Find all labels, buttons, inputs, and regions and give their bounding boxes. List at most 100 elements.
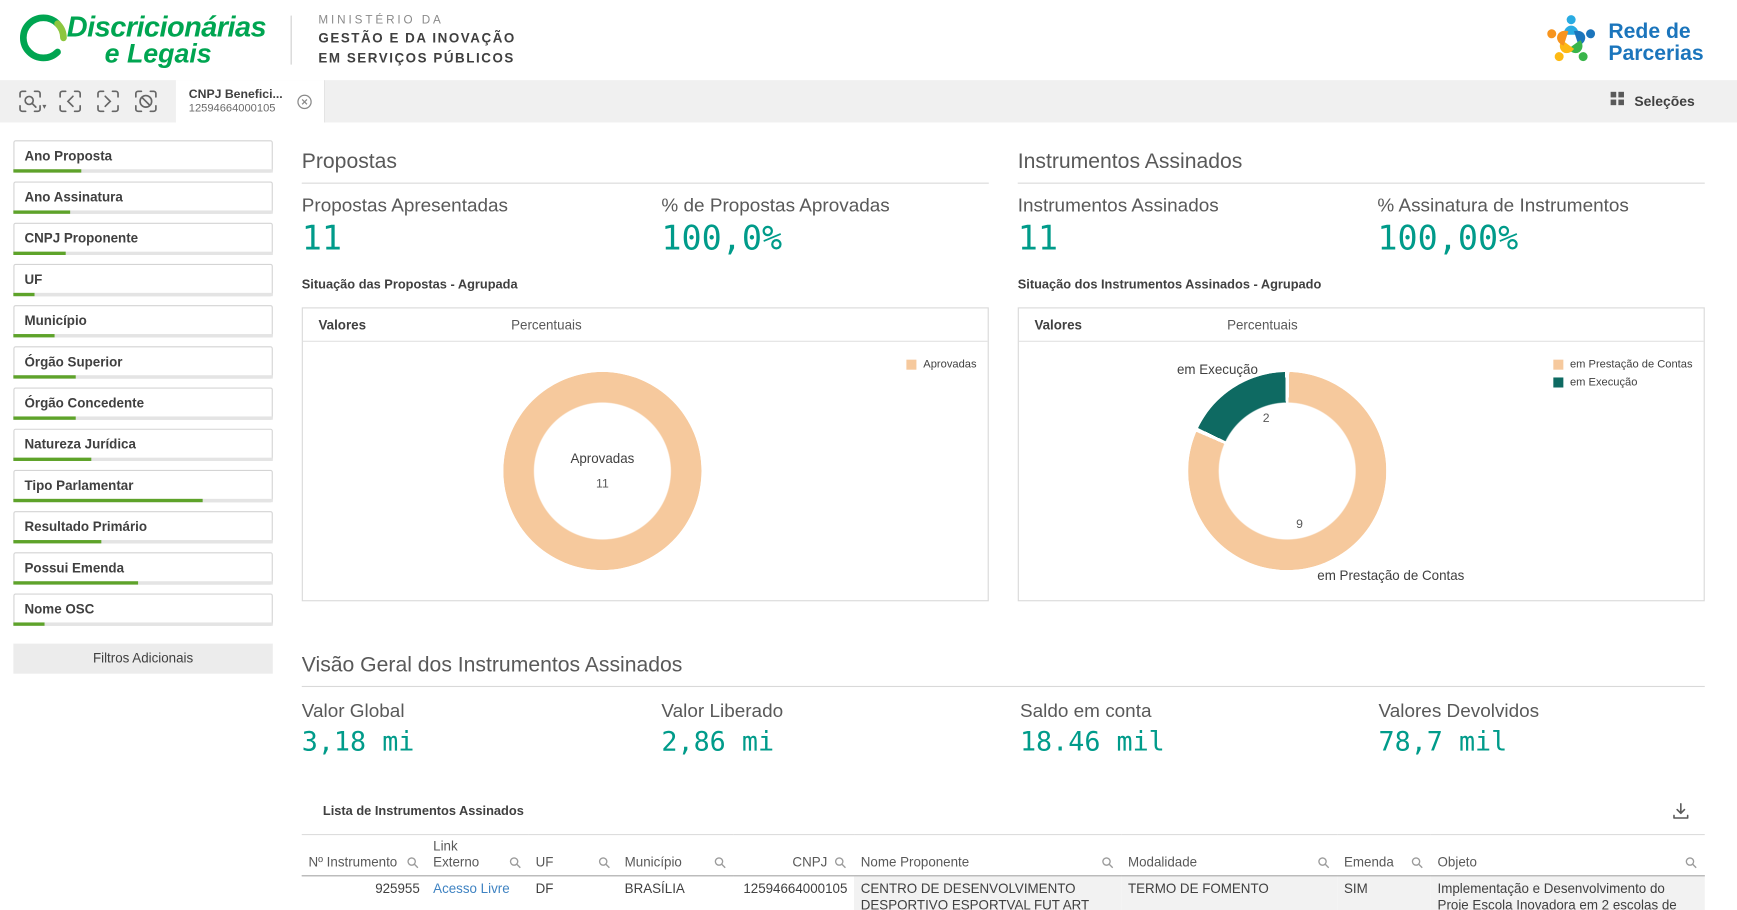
tab-valores[interactable]: Valores [1034,317,1227,333]
ministry-line2: GESTÃO E DA INOVAÇÃO [318,29,515,48]
kpi-label: Instrumentos Assinados [1018,195,1378,217]
legend-swatch [907,360,917,370]
filter-item-natureza-juridica[interactable]: Natureza Jurídica [13,429,272,461]
close-icon[interactable] [296,93,313,110]
slice-label-aprovadas: Aprovadas [570,451,634,467]
rede-parcerias-logo: Rede de Parcerias [1542,10,1704,76]
filter-label: Ano Proposta [14,141,271,170]
step-back-icon[interactable] [51,84,89,120]
filter-frequency-bar [13,210,272,213]
kpi-value: 100,00% [1377,219,1628,258]
cell-cnpj[interactable]: 12594664000105 [734,876,854,910]
search-icon [834,856,847,869]
cell-municipio[interactable]: BRASÍLIA [618,876,734,910]
kpi-pct-assinatura-instrumentos: % Assinatura de Instrumentos 100,00% [1377,195,1628,258]
col-header-modalidade[interactable]: Modalidade [1121,835,1337,876]
filter-item-possui-emenda[interactable]: Possui Emenda [13,552,272,584]
legend-item-em-execucao[interactable]: em Execução [1553,376,1692,388]
filter-item-ano-assinatura[interactable]: Ano Assinatura [13,182,272,214]
filter-label: Possui Emenda [14,553,271,582]
kpi-valores-devolvidos: Valores Devolvidos 78,7 mil [1379,700,1705,757]
selection-chip-cnpj-beneficiario[interactable]: CNPJ Benefici... 12594664000105 [175,80,325,122]
kpi-value: 78,7 mil [1379,726,1705,757]
filter-item-nome-osc[interactable]: Nome OSC [13,593,272,625]
filter-frequency-bar [13,334,272,337]
filter-item-tipo-parlamentar[interactable]: Tipo Parlamentar [13,470,272,502]
cell-uf[interactable]: DF [529,876,618,910]
filter-item-ano-proposta[interactable]: Ano Proposta [13,140,272,172]
col-header-n-instrumento[interactable]: Nº Instrumento [302,835,427,876]
slice-value-em-execucao: 2 [1263,412,1270,425]
col-header-emenda[interactable]: Emenda [1337,835,1431,876]
selections-button[interactable]: Seleções [1592,80,1737,122]
tab-percentuais[interactable]: Percentuais [511,317,582,333]
kpi-value: 11 [302,219,662,258]
filter-label: Tipo Parlamentar [14,471,271,500]
col-header-objeto[interactable]: Objeto [1431,835,1705,876]
kpi-saldo-em-conta: Saldo em conta 18.46 mil [1020,700,1379,757]
filter-item-municipio[interactable]: Município [13,305,272,337]
cell-emenda[interactable]: SIM [1337,876,1431,910]
col-header-uf[interactable]: UF [529,835,618,876]
cell-n-instrumento[interactable]: 925955 [302,876,427,910]
legend-item-aprovadas[interactable]: Aprovadas [907,359,977,371]
chart-panel-propostas: Valores Percentuais Aprovadas 11 Aprov [302,307,989,601]
search-icon [406,856,419,869]
download-icon[interactable] [1671,802,1690,821]
selection-chip-title: CNPJ Benefici... [189,88,283,101]
chevron-down-icon[interactable]: ▾ [42,102,46,111]
partner-line1: Rede de [1608,21,1703,43]
filter-frequency-bar [13,252,272,255]
cell-link-externo[interactable]: Acesso Livre [426,876,528,910]
legend-swatch [1553,360,1563,370]
additional-filters-button[interactable]: Filtros Adicionais [13,644,272,674]
tab-percentuais[interactable]: Percentuais [1227,317,1298,333]
filter-item-cnpj-proponente[interactable]: CNPJ Proponente [13,223,272,255]
donut-chart-propostas: Aprovadas 11 Aprovadas [303,342,988,600]
search-icon [1685,856,1698,869]
kpi-label: Valor Global [302,700,662,722]
filter-frequency-bar [13,540,272,543]
kpi-instrumentos-assinados: Instrumentos Assinados 11 [1018,195,1378,258]
donut-center-label: Aprovadas 11 [503,372,701,570]
cell-objeto[interactable]: Implementação e Desenvolvimento do Proje… [1431,876,1705,910]
filter-label: Município [14,306,271,335]
col-header-municipio[interactable]: Município [618,835,734,876]
kpi-label: Valor Liberado [661,700,1020,722]
filter-item-resultado-primario[interactable]: Resultado Primário [13,511,272,543]
chart-panel-instrumentos: Valores Percentuais em Execução 2 9 em P… [1018,307,1705,601]
kpi-label: Valores Devolvidos [1379,700,1705,722]
logo-swirl-icon [16,9,72,70]
donut-ring-instrumentos[interactable] [1188,372,1386,570]
table-title: Lista de Instrumentos Assinados [323,805,524,818]
smart-search-icon[interactable] [11,84,49,120]
filter-sidebar: Ano Proposta Ano Assinatura CNPJ Propone… [13,140,272,673]
filter-item-orgao-concedente[interactable]: Órgão Concedente [13,387,272,419]
kpi-label: Saldo em conta [1020,700,1379,722]
filter-item-orgao-superior[interactable]: Órgão Superior [13,346,272,378]
clear-selections-icon[interactable] [126,84,164,120]
legend-label: em Execução [1570,376,1637,388]
filter-frequency-bar [13,499,272,502]
selection-chip-value: 12594664000105 [189,102,283,114]
filter-item-uf[interactable]: UF [13,264,272,296]
cell-modalidade[interactable]: TERMO DE FOMENTO [1121,876,1337,910]
logo-line2: e Legais [105,41,266,68]
legend-label: Aprovadas [923,359,976,371]
step-forward-icon[interactable] [89,84,127,120]
tab-valores[interactable]: Valores [318,317,511,333]
kpi-valor-global: Valor Global 3,18 mi [302,700,662,757]
chart-panel-tabs: Valores Percentuais [1019,308,1704,341]
partner-line2: Parcerias [1608,43,1703,65]
kpi-label: Propostas Apresentadas [302,195,662,217]
section-lista-instrumentos: Lista de Instrumentos Assinados Nº Instr… [302,802,1705,910]
filter-label: Órgão Concedente [14,389,271,418]
cell-nome-proponente[interactable]: CENTRO DE DESENVOLVIMENTO DESPORTIVO ESP… [854,876,1121,910]
col-header-link-externo[interactable]: Link Externo [426,835,528,876]
ministry-line1: MINISTÉRIO DA [318,12,515,29]
dashboard-main: Propostas Propostas Apresentadas 11 % de… [302,122,1705,910]
col-header-cnpj[interactable]: CNPJ [734,835,854,876]
search-icon [1317,856,1330,869]
legend-item-prestacao-contas[interactable]: em Prestação de Contas [1553,359,1692,371]
col-header-nome-proponente[interactable]: Nome Proponente [854,835,1121,876]
